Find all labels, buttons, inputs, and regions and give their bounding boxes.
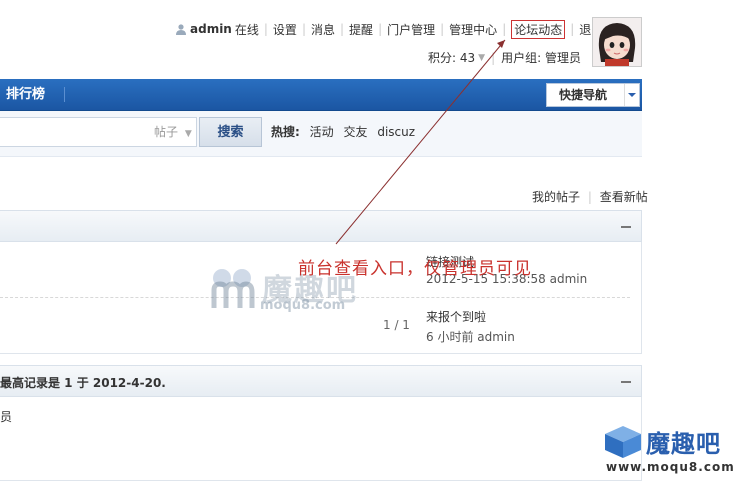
annotation-text: 前台查看入口，仅管理员可见 [298,259,532,279]
annotation-arrow [335,39,506,245]
corner-watermark-text: 魔趣吧 [646,430,721,458]
corner-watermark-url: www.moqu8.com [606,460,735,474]
cube-logo-icon [605,426,641,458]
